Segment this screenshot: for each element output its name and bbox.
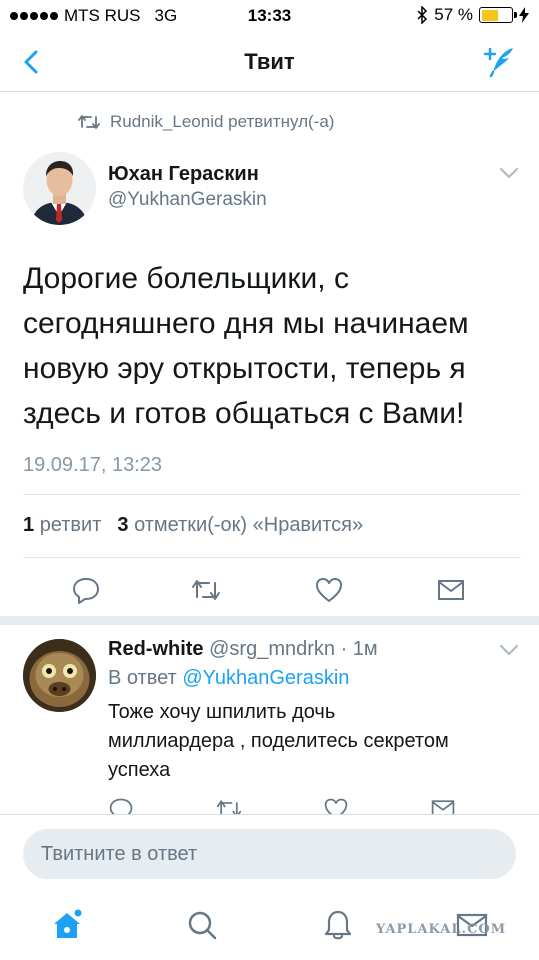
tweet-text-line: Дорогие болельщики, с bbox=[23, 262, 349, 295]
battery-icon bbox=[479, 7, 517, 23]
avatar-photo bbox=[23, 152, 96, 225]
reply-text-line: Тоже хочу шпилить дочь bbox=[108, 701, 336, 723]
charging-icon bbox=[519, 7, 529, 23]
author-handle[interactable]: @YukhanGeraskin bbox=[108, 189, 267, 211]
notifications-icon[interactable] bbox=[321, 908, 355, 942]
chevron-down-icon[interactable] bbox=[499, 643, 519, 657]
home-icon[interactable] bbox=[50, 908, 84, 942]
tweet-text-line: сегодняшнего дня мы начинаем bbox=[23, 307, 469, 340]
divider bbox=[23, 494, 521, 495]
avatar[interactable] bbox=[23, 152, 96, 225]
reply-to-prefix: В ответ bbox=[108, 667, 177, 689]
battery-fill bbox=[481, 9, 499, 21]
retweet-context[interactable]: Rudnik_Leonid ретвитнул(-а) bbox=[78, 112, 334, 132]
reply-text-line: миллиардера , поделитесь секретом bbox=[108, 730, 449, 752]
like-stat-label: отметки(-ок) «Нравится» bbox=[134, 514, 364, 536]
like-icon[interactable] bbox=[314, 575, 344, 605]
chevron-down-icon[interactable] bbox=[499, 166, 519, 180]
reply-avatar-photo bbox=[23, 639, 96, 712]
tweet-text-line: здесь и готов общаться с Вами! bbox=[23, 397, 465, 430]
direct-message-icon[interactable] bbox=[436, 575, 466, 605]
nav-bar: Твит bbox=[0, 32, 539, 92]
reply-author-handle[interactable]: @srg_mndrkn bbox=[209, 638, 335, 660]
retweet-icon bbox=[78, 115, 100, 129]
retweet-count: 1 bbox=[23, 514, 35, 536]
tweet-text-line: новую эру открытости, теперь я bbox=[23, 352, 466, 385]
retweet-stat-label: ретвит bbox=[39, 514, 102, 536]
status-bar: MTS RUS 3G 13:33 57 % bbox=[0, 0, 539, 32]
battery-percent: 57 % bbox=[434, 5, 473, 24]
retweet-stat[interactable]: 1 ретвит bbox=[23, 514, 101, 537]
reply-time: · 1м bbox=[340, 638, 378, 660]
divider bbox=[23, 557, 521, 558]
reply-icon[interactable] bbox=[71, 575, 101, 605]
retweet-icon[interactable] bbox=[191, 575, 221, 605]
author-name[interactable]: Юхан Гераскин bbox=[108, 163, 259, 186]
reply-to-link[interactable]: @YukhanGeraskin bbox=[182, 667, 349, 689]
search-icon[interactable] bbox=[185, 908, 219, 942]
like-count: 3 bbox=[117, 514, 129, 536]
retweet-context-label: Rudnik_Leonid ретвитнул(-а) bbox=[110, 112, 335, 131]
status-right: 57 % bbox=[416, 5, 529, 25]
tweet-stats: 1 ретвит 3 отметки(-ок) «Нравится» bbox=[23, 514, 363, 537]
bluetooth-icon bbox=[417, 6, 428, 24]
reply-to-line: В ответ @YukhanGeraskin bbox=[108, 667, 349, 690]
watermark: YAPLAKAL.COM bbox=[376, 922, 507, 937]
reply-avatar[interactable] bbox=[23, 639, 96, 712]
reply-input[interactable]: Твитните в ответ bbox=[23, 829, 516, 879]
compose-tweet-icon[interactable] bbox=[479, 42, 519, 82]
reply-text-line: успеха bbox=[108, 759, 171, 781]
tweet-timestamp: 19.09.17, 13:23 bbox=[23, 454, 163, 476]
page-title: Твит bbox=[244, 49, 295, 74]
reply-author-name[interactable]: Red-white bbox=[108, 638, 204, 660]
reply-header: Red-white @srg_mndrkn · 1м bbox=[108, 638, 378, 661]
like-stat[interactable]: 3 отметки(-ок) «Нравится» bbox=[117, 514, 363, 537]
tweet-text: Дорогие болельщики, с сегодняшнего дня м… bbox=[23, 256, 513, 436]
reply-text: Тоже хочу шпилить дочь миллиардера , под… bbox=[108, 698, 518, 785]
reply-composer: Твитните в ответ bbox=[0, 814, 539, 894]
section-separator bbox=[0, 616, 539, 625]
